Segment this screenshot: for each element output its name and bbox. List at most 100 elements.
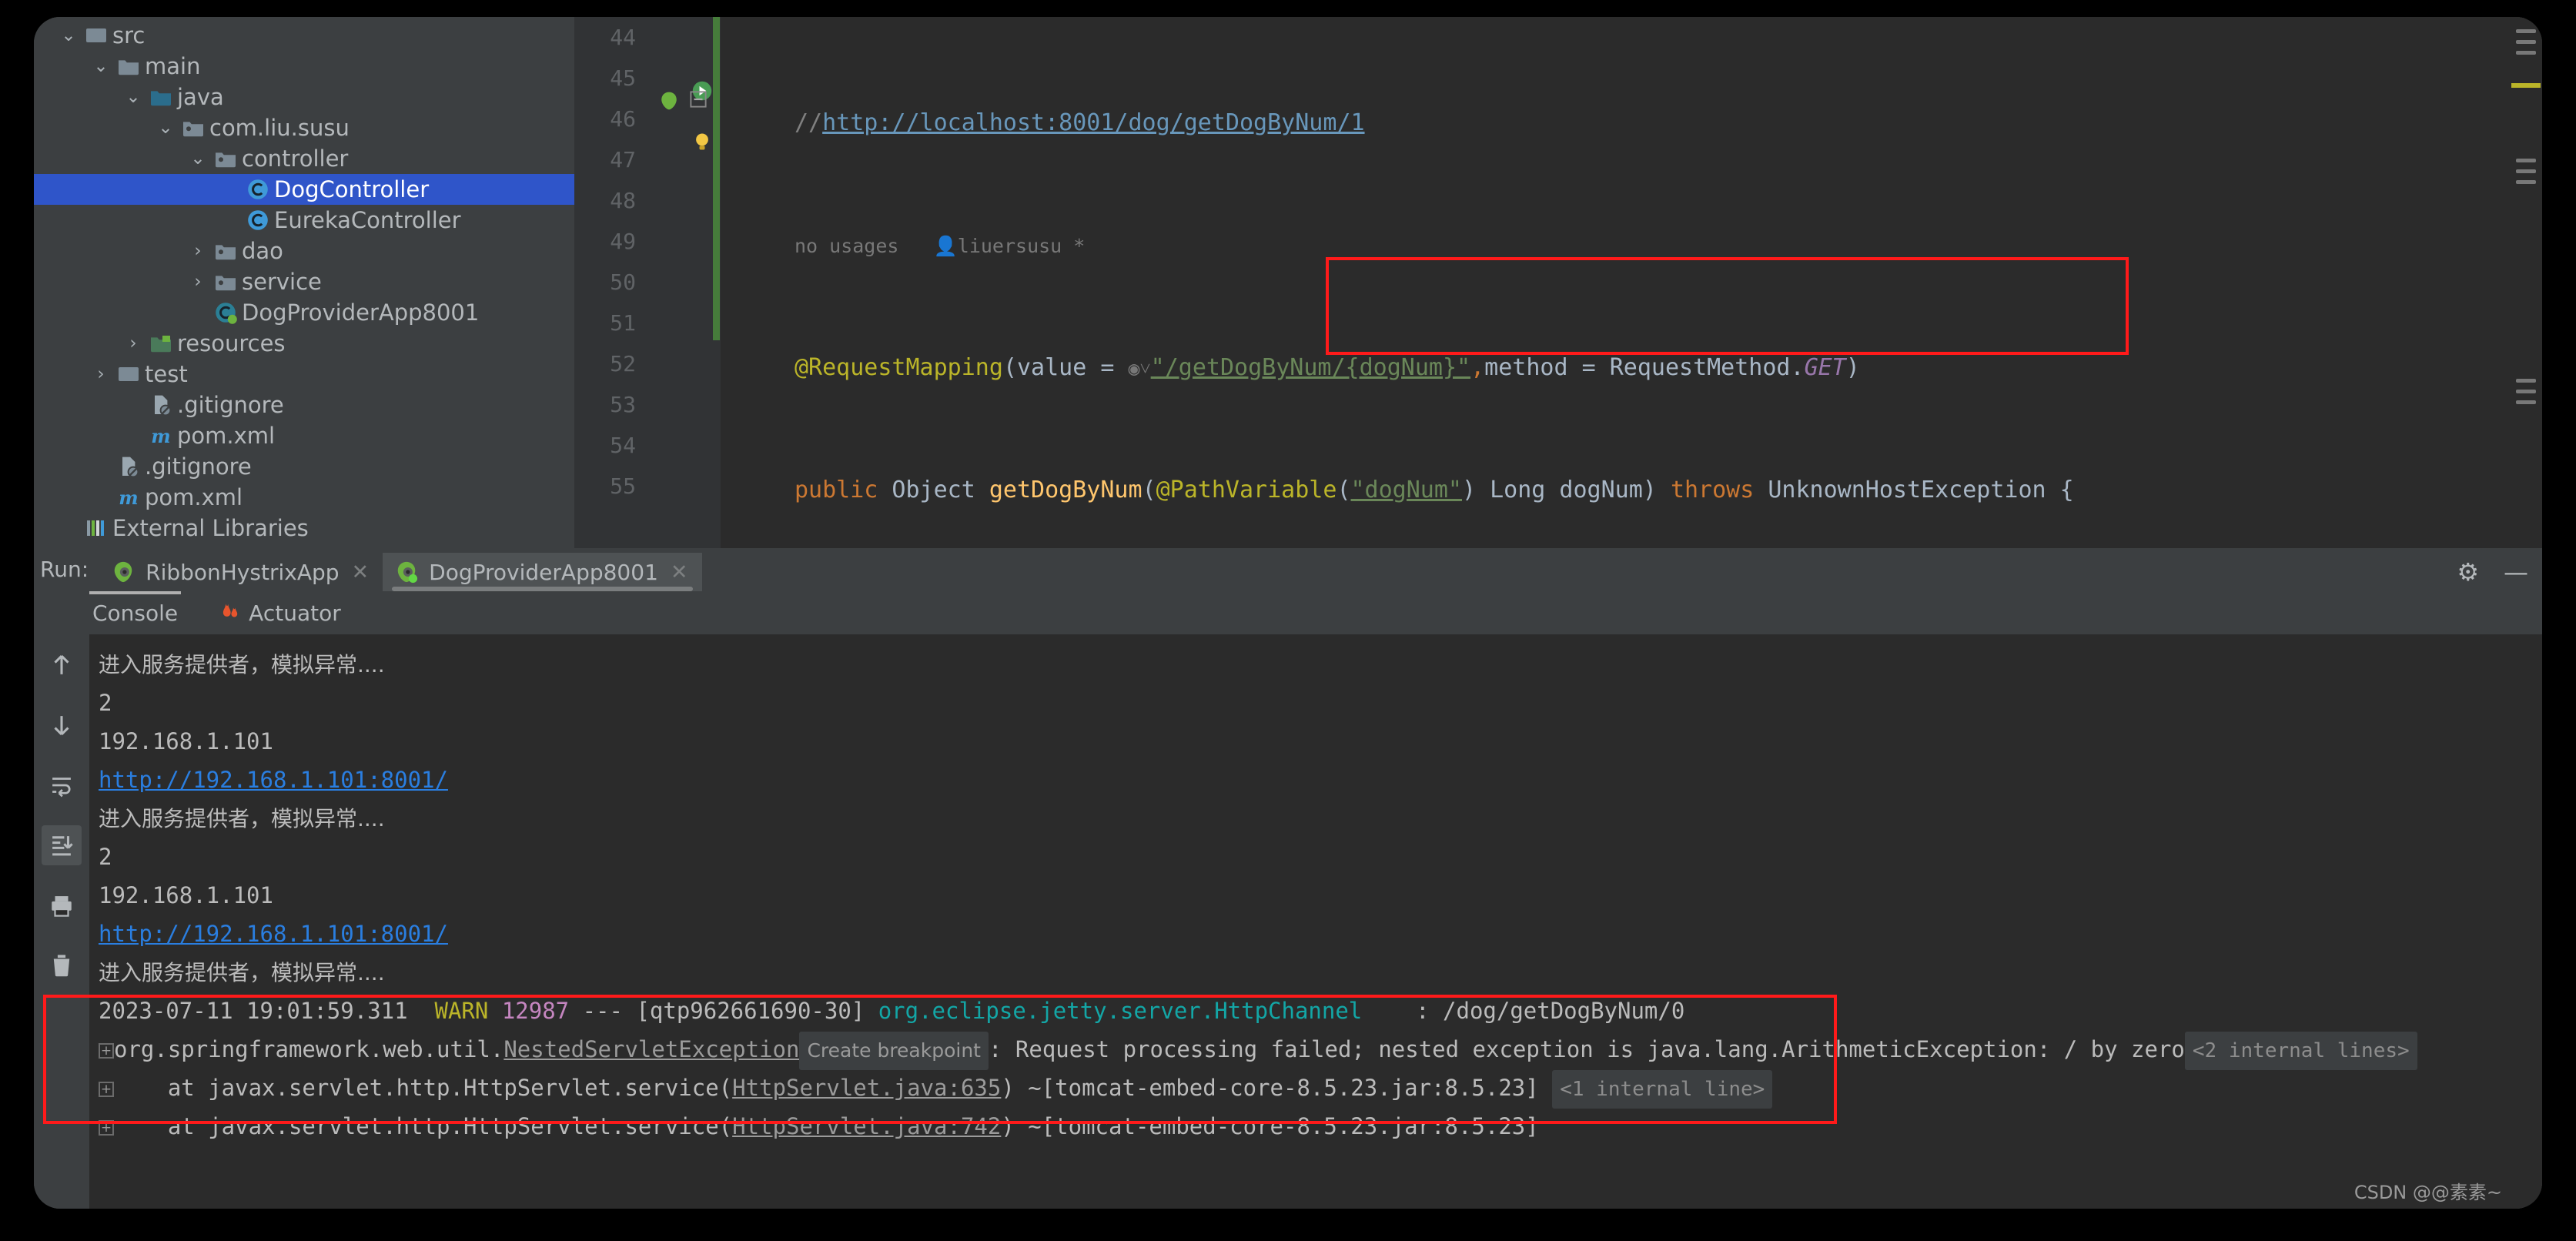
create-breakpoint-hint[interactable]: Create breakpoint [799,1032,989,1070]
l46-comma: , [1470,354,1485,381]
project-tree[interactable]: ⌄ src ⌄ main ⌄ java ⌄ com.liu.susu ⌄ controller Do… [34,17,574,548]
code-line-45-inlay: no usages 👤liuersusu * [721,225,2508,266]
editor-right-rail[interactable] [2508,17,2542,548]
console-line: 进入服务提供者，模拟异常.... [99,645,2542,684]
usages-hint[interactable]: no usages [795,235,898,257]
chevron-down-icon[interactable]: ⌄ [57,26,80,45]
tree-item-main[interactable]: ⌄ main [34,51,574,82]
svg-text:m: m [151,425,170,447]
tree-item-label: dao [242,238,283,264]
line-number: 49 [610,229,636,254]
clear-all-icon[interactable] [42,945,82,985]
fold-marker[interactable]: <1 internal line> [1552,1070,1773,1109]
exception-class-link[interactable]: NestedServletException [503,1036,799,1062]
comment-url[interactable]: http://localhost:8001/dog/getDogByNum/1 [822,109,1364,136]
console-line: http://192.168.1.101:8001/ [99,915,2542,953]
log-logger: org.eclipse.jetty.server.HttpChannel [878,998,1363,1024]
run-header: Run: RibbonHystrixApp ✕ DogProviderApp80… [34,548,2542,591]
minimize-icon[interactable]: — [2504,557,2528,587]
l46-close: ) [1845,354,1860,381]
pathvariable-arg[interactable]: "dogNum" [1351,477,1463,503]
run-tab-ribbonhystrixapp[interactable]: RibbonHystrixApp ✕ [99,553,383,591]
tree-item-label: com.liu.susu [209,115,350,141]
console-text: 进入服务提供者，模拟异常.... [99,806,385,831]
collapse-icon[interactable] [690,91,707,108]
tab-console[interactable]: Console [89,591,182,634]
chevron-down-icon[interactable]: ⌄ [122,88,145,106]
close-icon[interactable]: ✕ [352,560,370,584]
run-label: Run: [40,557,89,582]
frame-source-link[interactable]: HttpServlet.java:742 [732,1113,1001,1139]
tree-item-label: .gitignore [177,392,284,418]
tree-item-pom-xml[interactable]: m pom.xml [34,420,574,451]
tree-item-dogcontroller[interactable]: DogController [34,174,574,205]
chevron-down-icon[interactable]: ⌄ [89,57,112,75]
expand-icon[interactable]: + [99,1082,114,1097]
tree-item--gitignore[interactable]: .gitignore [34,451,574,482]
author-hint[interactable]: liuersusu * [958,235,1086,257]
code-editor[interactable]: 44 45 46 47 48 49 50 51 52 53 54 55 //http://localh… [574,17,2542,548]
actuator-icon [219,601,239,624]
editor-changed-marker [713,17,720,340]
tree-item-label: External Libraries [112,515,309,541]
run-tab-label: DogProviderApp8001 [429,559,658,585]
tree-item-controller[interactable]: ⌄ controller [34,143,574,174]
scroll-up-icon[interactable] [42,645,82,685]
ide-window: ⌄ src ⌄ main ⌄ java ⌄ com.liu.susu ⌄ controller Do… [34,17,2542,1209]
rail-mark-6 [2516,180,2536,184]
chevron-right-icon[interactable]: › [89,365,112,383]
console-exception-line: +org.springframework.web.util.NestedServ… [99,1030,2542,1070]
tab-actuator[interactable]: Actuator [216,591,344,634]
log-thread: [qtp962661690-30] [636,998,865,1024]
gear-icon[interactable]: ⚙ [2457,557,2479,587]
tree-item-resources[interactable]: › resources [34,328,574,359]
web-endpoint-icon[interactable]: ◉˅ [1129,357,1151,380]
log-timestamp: 2023-07-11 19:01:59.311 [99,998,408,1024]
chevron-down-icon[interactable]: ⌄ [154,119,177,137]
package-icon [177,115,209,140]
expand-icon[interactable]: + [99,1120,114,1136]
close-icon[interactable]: ✕ [671,560,688,584]
scroll-to-end-icon[interactable] [42,825,82,865]
console-url-link[interactable]: http://192.168.1.101:8001/ [99,921,448,947]
tree-item-eurekacontroller[interactable]: EurekaController [34,205,574,236]
chevron-right-icon[interactable]: › [186,273,209,291]
tree-item-dogproviderapp8001[interactable]: DogProviderApp8001 [34,297,574,328]
code-line-46: @RequestMapping(value = ◉˅"/getDogByNum/… [721,347,2508,388]
soft-wrap-icon[interactable] [42,765,82,805]
run-tab-dogproviderapp8001[interactable]: DogProviderApp8001 ✕ [383,553,702,591]
console-line: 2 [99,684,2542,722]
tree-item-java[interactable]: ⌄ java [34,82,574,112]
tree-item-external-libraries[interactable]: External Libraries [34,513,574,544]
author-sep [898,235,933,257]
expand-icon[interactable]: + [99,1043,114,1059]
tree-item-dao[interactable]: › dao [34,236,574,266]
request-path-literal[interactable]: "/getDogByNum/{dogNum}" [1151,354,1470,381]
tree-item-src[interactable]: ⌄ src [34,20,574,51]
chevron-down-icon[interactable]: ⌄ [186,149,209,168]
fold-marker[interactable]: <2 internal lines> [2184,1032,2417,1070]
libraries-icon [80,516,112,540]
console-output[interactable]: 进入服务提供者，模拟异常.... 2 192.168.1.101 http://192… [89,634,2542,1209]
chevron-right-icon[interactable]: › [122,334,145,353]
top-area: ⌄ src ⌄ main ⌄ java ⌄ com.liu.susu ⌄ controller Do… [34,17,2542,548]
console-url-link[interactable]: http://192.168.1.101:8001/ [99,767,448,793]
rail-mark-1 [2516,29,2536,33]
print-icon[interactable] [42,885,82,925]
intention-bulb-icon[interactable] [691,131,713,152]
tree-item-test[interactable]: › test [34,359,574,390]
console-log-line: 2023-07-11 19:01:59.311 WARN 12987 --- [… [99,992,2542,1030]
tree-item-pom-xml[interactable]: m pom.xml [34,482,574,513]
tree-item-service[interactable]: › service [34,266,574,297]
tree-item-label: java [177,84,224,110]
scroll-down-icon[interactable] [42,705,82,745]
code-content[interactable]: //http://localhost:8001/dog/getDogByNum/… [721,17,2508,548]
spring-boot-running-icon [395,560,418,584]
rail-mark-4 [2516,159,2536,162]
frame-source-link[interactable]: HttpServlet.java:635 [732,1075,1001,1101]
spring-class-icon [209,300,242,325]
chevron-right-icon[interactable]: › [186,242,209,260]
tree-item-com-liu-susu[interactable]: ⌄ com.liu.susu [34,112,574,143]
log-level: WARN [434,998,489,1024]
tree-item--gitignore[interactable]: .gitignore [34,390,574,420]
